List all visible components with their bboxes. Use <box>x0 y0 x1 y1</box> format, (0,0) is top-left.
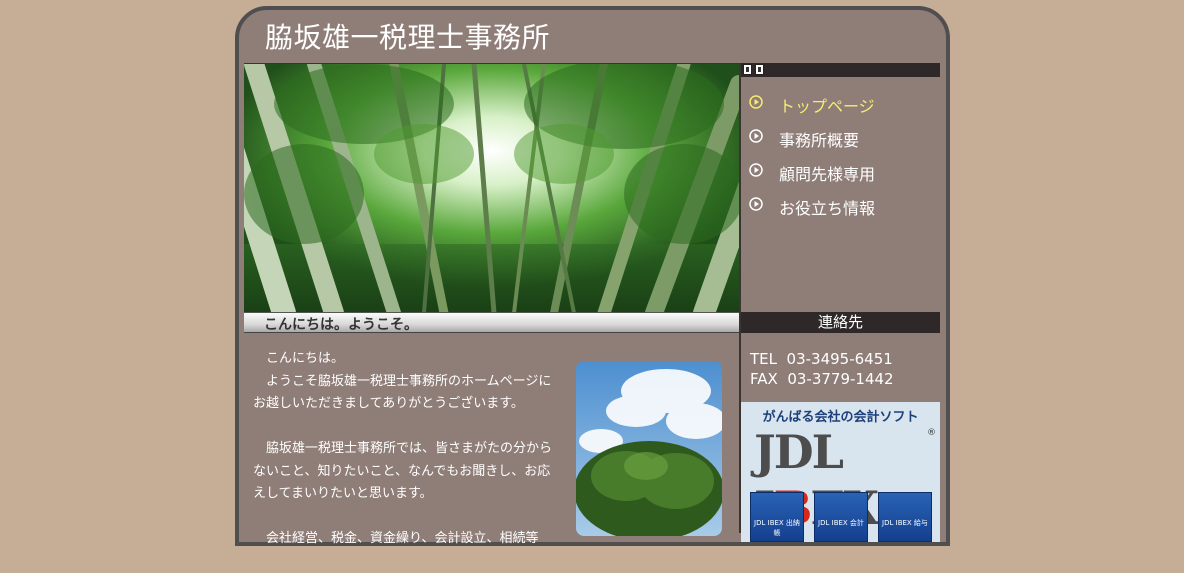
contact-tel: TEL 03-3495-6451 <box>750 350 893 368</box>
paragraph-text: こんにちは。 <box>253 351 345 366</box>
main-content: こんにちは。 ようこそ脇坂雄一税理士事務所のホームページにお越しいただきましてあ… <box>253 348 563 573</box>
play-circle-icon <box>749 129 763 143</box>
product-box: JDL IBEX 給与 <box>878 492 932 542</box>
play-circle-icon <box>749 197 763 211</box>
services-paragraph: 会社経営、税金、資金繰り、会計設立、相続等 <box>253 531 539 546</box>
product-box-label: JDL IBEX 出納帳 <box>754 519 800 537</box>
play-circle-icon <box>749 163 763 177</box>
hero-bamboo-image <box>244 63 739 312</box>
tree-sky-photo <box>576 361 722 536</box>
paragraph-text: ようこそ脇坂雄一税理士事務所のホームページにお越しいただきましてありがとうござい… <box>253 373 552 412</box>
nav-item-label: 事務所概要 <box>779 131 860 150</box>
site-title[interactable]: 脇坂雄一税理士事務所 <box>265 16 550 56</box>
contact-header: 連絡先 <box>741 312 940 333</box>
nav-item-label: 顧問先様専用 <box>779 165 876 184</box>
intro-paragraph: 脇坂雄一税理士事務所では、皆さまがたの分からないこと、知りたいこと、なんでもお聞… <box>253 441 553 501</box>
registered-mark: ® <box>927 428 936 438</box>
product-box-label: JDL IBEX 給与 <box>882 519 928 527</box>
nav-item-label: トップページ <box>779 97 875 116</box>
jdl-ibex-banner[interactable]: がんばる会社の会計ソフト JDL IBEX ® JDL IBEX 出納帳 JDL… <box>741 402 940 542</box>
menu-marker-icon <box>743 64 752 75</box>
contact-info: TEL 03-3495-6451 FAX 03-3779-1442 <box>750 349 894 389</box>
product-box: JDL IBEX 出納帳 <box>750 492 804 542</box>
product-box: JDL IBEX 会計 <box>814 492 868 542</box>
menu-marker-icon <box>755 64 764 75</box>
welcome-text: こんにちは。ようこそ。 <box>264 317 418 333</box>
welcome-bar: こんにちは。ようこそ。 <box>244 312 739 333</box>
greeting-paragraph: こんにちは。 ようこそ脇坂雄一税理士事務所のホームページにお越しいただきましてあ… <box>253 348 563 416</box>
product-box-label: JDL IBEX 会計 <box>818 519 864 527</box>
banner-tagline: がんばる会社の会計ソフト <box>762 410 919 425</box>
nav-item-label: お役立ち情報 <box>779 199 876 218</box>
play-circle-icon <box>749 95 763 109</box>
menu-header-bar <box>741 63 940 77</box>
contact-fax: FAX 03-3779-1442 <box>750 370 894 388</box>
